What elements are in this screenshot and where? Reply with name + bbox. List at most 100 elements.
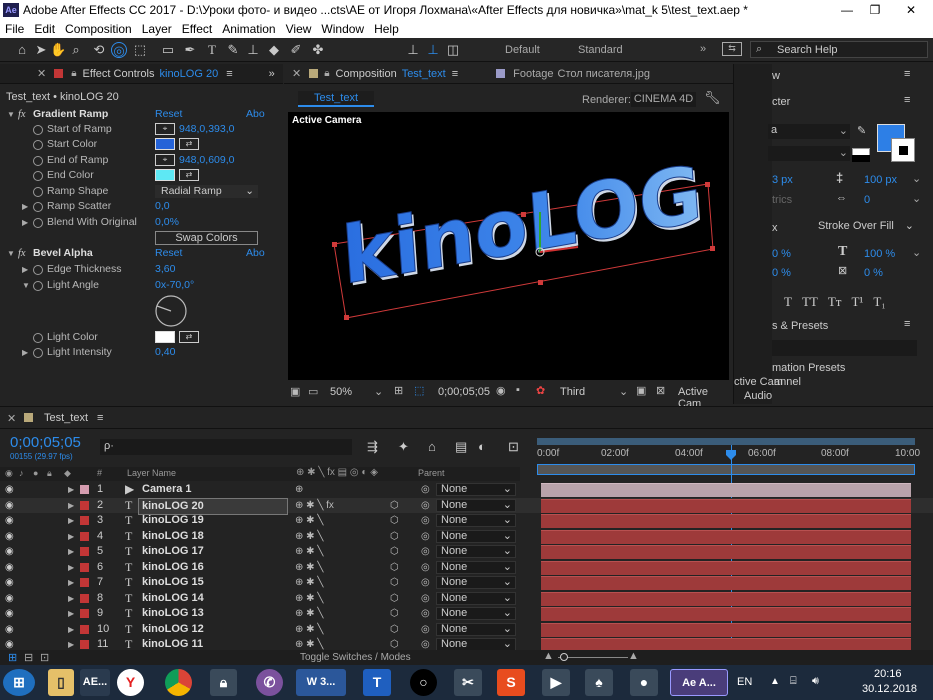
menu-file[interactable]: File (0, 22, 29, 36)
unified-camera-icon[interactable]: ◎ (111, 42, 127, 58)
pen-tool-icon[interactable]: ✒ (182, 42, 198, 58)
leading-value[interactable]: 100 px (864, 174, 897, 186)
start-color-swatch[interactable] (155, 138, 175, 150)
layer-name[interactable]: kinoLOG 15 (142, 575, 204, 590)
comp-flowchart-icon[interactable]: ⇶ (367, 439, 378, 455)
parent-dropdown[interactable]: None ⌄ (436, 560, 516, 574)
clock-time[interactable]: 20:16 (874, 668, 902, 680)
world-axis-icon[interactable]: ⊥ (425, 42, 441, 58)
baseline-value[interactable]: 0 % (772, 267, 791, 279)
search-help-field[interactable]: ⌕ Search Help (750, 41, 928, 58)
layer-row[interactable]: ◉ ▶ 4 TkinoLOG 18 ⊕ ✱ ╲ ⬡ ◎ None ⌄ (0, 529, 933, 545)
menu-layer[interactable]: Layer (137, 22, 177, 36)
layer-color-label[interactable] (80, 609, 89, 618)
layer-duration-bar[interactable] (541, 576, 911, 590)
preset-item[interactable]: mation Presets (772, 362, 845, 374)
layer-switches[interactable]: ⊕ ✱ ╲ fx (295, 498, 334, 513)
parent-dropdown[interactable]: None ⌄ (436, 545, 516, 558)
light-angle-value[interactable]: 0x-70,0° (155, 278, 194, 293)
work-area-bar[interactable] (537, 438, 915, 445)
workspace-default[interactable]: Default (505, 44, 540, 56)
layer-switches[interactable]: ⊕ ✱ ╲ (295, 529, 323, 544)
kinolog-3d-text[interactable]: kinoLOG kinoLOG (288, 112, 729, 380)
stopwatch-icon[interactable] (33, 348, 43, 358)
pick-whip-icon[interactable]: ◎ (421, 513, 430, 528)
renderer-value[interactable]: CINEMA 4D (631, 92, 696, 107)
toggle-view-icon[interactable]: ▣ (636, 384, 646, 397)
fast-preview-icon[interactable]: ⊠ (656, 384, 665, 397)
file-explorer-icon[interactable]: ▯ (48, 669, 74, 696)
font-size-value[interactable]: 3 px (772, 174, 793, 186)
3d-layer-icon[interactable]: ⬡ (390, 513, 399, 528)
stopwatch-icon[interactable] (33, 202, 43, 212)
eye-icon[interactable]: ◉ (5, 529, 14, 544)
eyedropper-icon[interactable]: ⇄ (179, 169, 199, 181)
minimize-button[interactable]: — (833, 0, 861, 20)
local-axis-icon[interactable]: ⊥ (405, 42, 421, 58)
font-style-field[interactable]: ⌄ (768, 146, 850, 161)
presets-search[interactable] (772, 340, 917, 356)
layer-row[interactable]: ◉ ▶ 5 TkinoLOG 17 ⊕ ✱ ╲ ⬡ ◎ None ⌄ (0, 544, 933, 560)
light-intensity-value[interactable]: 0,40 (155, 345, 175, 360)
layer-name[interactable]: kinoLOG 18 (142, 529, 204, 544)
video-app-icon[interactable]: ▶ (542, 669, 570, 696)
eye-icon[interactable]: ◉ (5, 482, 14, 497)
parent-column[interactable]: Parent (418, 468, 445, 478)
pick-whip-icon[interactable]: ◎ (421, 482, 430, 497)
layer-row[interactable]: ◉ ▶ 7 TkinoLOG 15 ⊕ ✱ ╲ ⬡ ◎ None ⌄ (0, 575, 933, 591)
view-layout-dropdown[interactable]: Third (560, 386, 585, 398)
layer-row[interactable]: ◉ ▶ 9 TkinoLOG 13 ⊕ ✱ ╲ ⬡ ◎ None ⌄ (0, 606, 933, 622)
layer-switches[interactable]: ⊕ (295, 482, 303, 497)
layer-duration-bar[interactable] (541, 607, 911, 621)
timeline-search-field[interactable]: ρ· (100, 439, 352, 455)
stopwatch-icon[interactable] (33, 333, 43, 343)
audio-icon[interactable]: ♪ (19, 468, 24, 478)
horizontal-scale-value[interactable]: 100 % (864, 248, 895, 260)
record-app-icon[interactable]: ● (630, 669, 658, 696)
bevel-about-link[interactable]: Abo (246, 246, 265, 261)
parent-dropdown[interactable]: None ⌄ (436, 591, 516, 605)
eye-icon[interactable]: ◉ (5, 544, 14, 559)
pick-whip-icon[interactable]: ◎ (421, 529, 430, 544)
layer-name[interactable]: kinoLOG 13 (142, 606, 204, 621)
end-color-swatch[interactable] (155, 169, 175, 181)
stopwatch-icon[interactable] (33, 218, 43, 228)
layer-name[interactable]: kinoLOG 20 (138, 497, 288, 515)
3d-layer-icon[interactable]: ⬡ (390, 544, 399, 559)
parent-dropdown[interactable]: None ⌄ (436, 498, 516, 512)
expand-triangle-icon[interactable]: ▶ (22, 199, 28, 214)
3d-layer-icon[interactable]: ⬡ (390, 622, 399, 637)
layer-color-label[interactable] (80, 578, 89, 587)
panel-menu-icon[interactable]: ≡ (904, 318, 910, 330)
chevron-down-icon[interactable]: ⌄ (912, 246, 921, 259)
stopwatch-icon[interactable] (33, 171, 43, 181)
layer-name[interactable]: kinoLOG 19 (142, 513, 204, 528)
3d-layer-icon[interactable]: ⬡ (390, 498, 399, 513)
pick-whip-icon[interactable]: ◎ (421, 544, 430, 559)
collapse-triangle-icon[interactable]: ▼ (22, 278, 30, 293)
layer-color-label[interactable] (80, 640, 89, 649)
toggle-switches-modes-button[interactable]: Toggle Switches / Modes (300, 652, 411, 663)
parent-dropdown[interactable]: None ⌄ (436, 622, 516, 636)
composition-viewer[interactable]: Active Camera kinoLOG kinoLOG (288, 112, 729, 380)
gradient-reset-link[interactable]: Reset (155, 107, 182, 122)
menu-help[interactable]: Help (369, 22, 404, 36)
timeline-comp-tab[interactable]: Test_text (44, 412, 88, 424)
footage-tab[interactable]: Footage (513, 68, 553, 80)
layer-name[interactable]: Camera 1 (142, 482, 192, 497)
channel-icon[interactable]: ✿ (536, 384, 545, 397)
expand-triangle-icon[interactable]: ▶ (68, 544, 74, 559)
chevron-down-icon[interactable]: ⌄ (912, 172, 921, 185)
zoom-tool-icon[interactable]: ⌕ (68, 42, 84, 58)
orbit-camera-icon[interactable]: ⟲ (91, 42, 107, 58)
layer-color-label[interactable] (80, 531, 89, 541)
viber-icon[interactable]: ✆ (256, 669, 283, 696)
expand-triangle-icon[interactable]: ▶ (68, 622, 74, 637)
menu-view[interactable]: View (281, 22, 317, 36)
character-tab[interactable]: cter (772, 96, 790, 108)
menu-effect[interactable]: Effect (177, 22, 217, 36)
layer-color-label[interactable] (80, 547, 89, 556)
frame-blending-icon[interactable]: ▤ (455, 439, 467, 455)
puppet-pin-icon[interactable]: ✤ (310, 42, 326, 58)
composition-name[interactable]: Test_text (402, 68, 446, 80)
